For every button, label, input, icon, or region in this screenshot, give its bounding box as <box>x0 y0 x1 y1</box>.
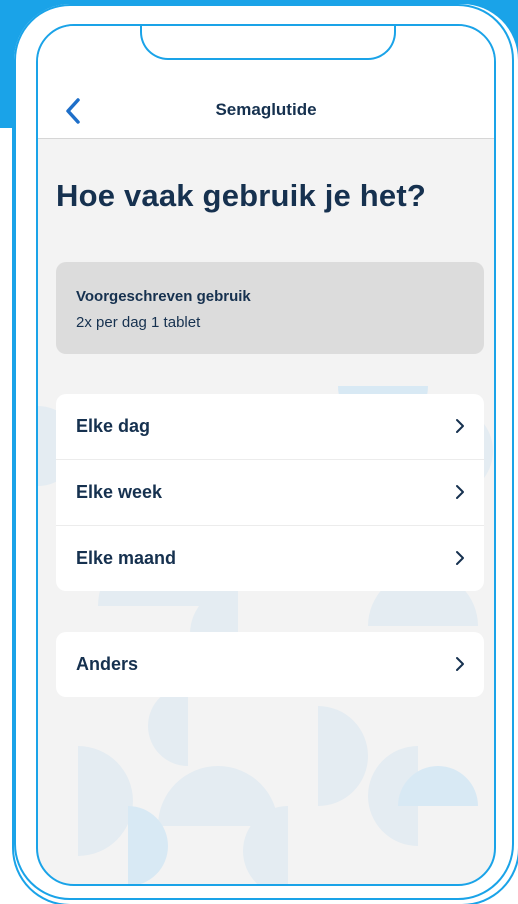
other-option-list: Anders <box>56 632 484 697</box>
frequency-list: Elke dag Elke week Elke maand <box>56 394 484 591</box>
phone-screen: Semaglutide Hoe vaak gebruik je het? Voo… <box>36 24 496 886</box>
option-elke-maand[interactable]: Elke maand <box>56 526 484 591</box>
option-label: Elke dag <box>76 416 151 436</box>
option-label: Elke maand <box>76 548 177 568</box>
option-label: Elke week <box>76 482 163 502</box>
page-title: Hoe vaak gebruik je het? <box>56 178 427 213</box>
option-elke-week[interactable]: Elke week <box>56 460 484 526</box>
phone-notch <box>140 26 396 60</box>
option-elke-dag[interactable]: Elke dag <box>56 394 484 460</box>
prescription-value: 2x per dag 1 tablet <box>76 314 201 331</box>
chevron-right-icon <box>456 657 464 671</box>
prescription-label: Voorgeschreven gebruik <box>76 288 251 305</box>
option-label: Anders <box>76 654 139 674</box>
prescription-card: Voorgeschreven gebruik 2x per dag 1 tabl… <box>56 262 484 354</box>
chevron-right-icon <box>456 419 464 433</box>
option-anders[interactable]: Anders <box>56 632 484 697</box>
chevron-right-icon <box>456 485 464 499</box>
chevron-right-icon <box>456 551 464 565</box>
nav-title: Semaglutide <box>215 100 317 119</box>
